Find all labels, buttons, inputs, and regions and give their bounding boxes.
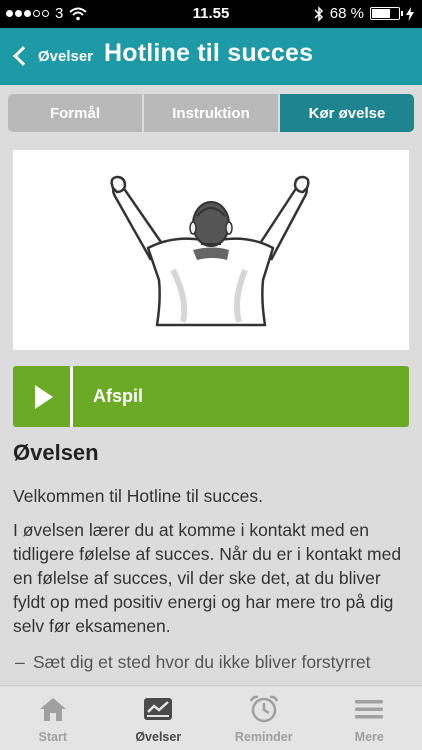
page-title: Hotline til succes (104, 39, 314, 67)
menu-icon (355, 700, 384, 719)
exercises-icon (144, 698, 173, 720)
tab-reminder[interactable]: Reminder (211, 686, 317, 750)
status-bar: 3 11.55 68 % (0, 0, 422, 28)
tab-label: Start (38, 730, 67, 744)
alarm-clock-icon (249, 695, 278, 723)
tab-start[interactable]: Start (0, 686, 106, 750)
intro-paragraph: Velkommen til Hotline til succes. (13, 486, 263, 506)
raised-arms-person-illustration (110, 175, 310, 327)
back-label: Øvelser (38, 47, 94, 65)
home-icon (39, 698, 66, 721)
tab-label: Øvelser (135, 730, 182, 744)
tab-bar: Start Øvelser Reminder Mere (0, 685, 422, 750)
segmented-control: Formål Instruktion Kør øvelse (8, 94, 414, 132)
play-button[interactable]: Afspil (13, 366, 409, 427)
scroll-content[interactable]: Afspil Øvelsen Velkommen til Hotline til… (0, 140, 422, 685)
tab-oevelser[interactable]: Øvelser (106, 686, 212, 750)
status-right: 68 % (314, 5, 414, 22)
play-icon (34, 384, 53, 409)
exercise-illustration (13, 150, 409, 350)
charging-icon (406, 6, 414, 21)
battery-percent: 68 % (329, 5, 364, 22)
tab-koer-oevelse[interactable]: Kør øvelse (280, 94, 414, 132)
exercise-text: Øvelsen Velkommen til Hotline til succes… (13, 440, 409, 674)
battery-icon (370, 7, 403, 20)
battery-level (372, 9, 390, 18)
tab-formaal[interactable]: Formål (8, 94, 144, 132)
bluetooth-icon (314, 5, 323, 22)
tab-label: Mere (354, 730, 384, 744)
tab-mere[interactable]: Mere (317, 686, 422, 750)
chevron-left-icon (13, 46, 33, 66)
body-paragraph: I øvelsen lærer du at komme i kontakt me… (13, 520, 402, 636)
section-title: Øvelsen (13, 440, 99, 465)
navigation-bar: Øvelser Hotline til succes (0, 28, 422, 85)
list-item: Sæt dig et sted hvor du ikke bliver fors… (13, 650, 409, 674)
back-button[interactable]: Øvelser (10, 38, 93, 74)
tab-label: Reminder (234, 730, 293, 744)
tab-instruktion[interactable]: Instruktion (144, 94, 280, 132)
play-label: Afspil (93, 386, 144, 406)
play-icon-box (13, 366, 73, 427)
